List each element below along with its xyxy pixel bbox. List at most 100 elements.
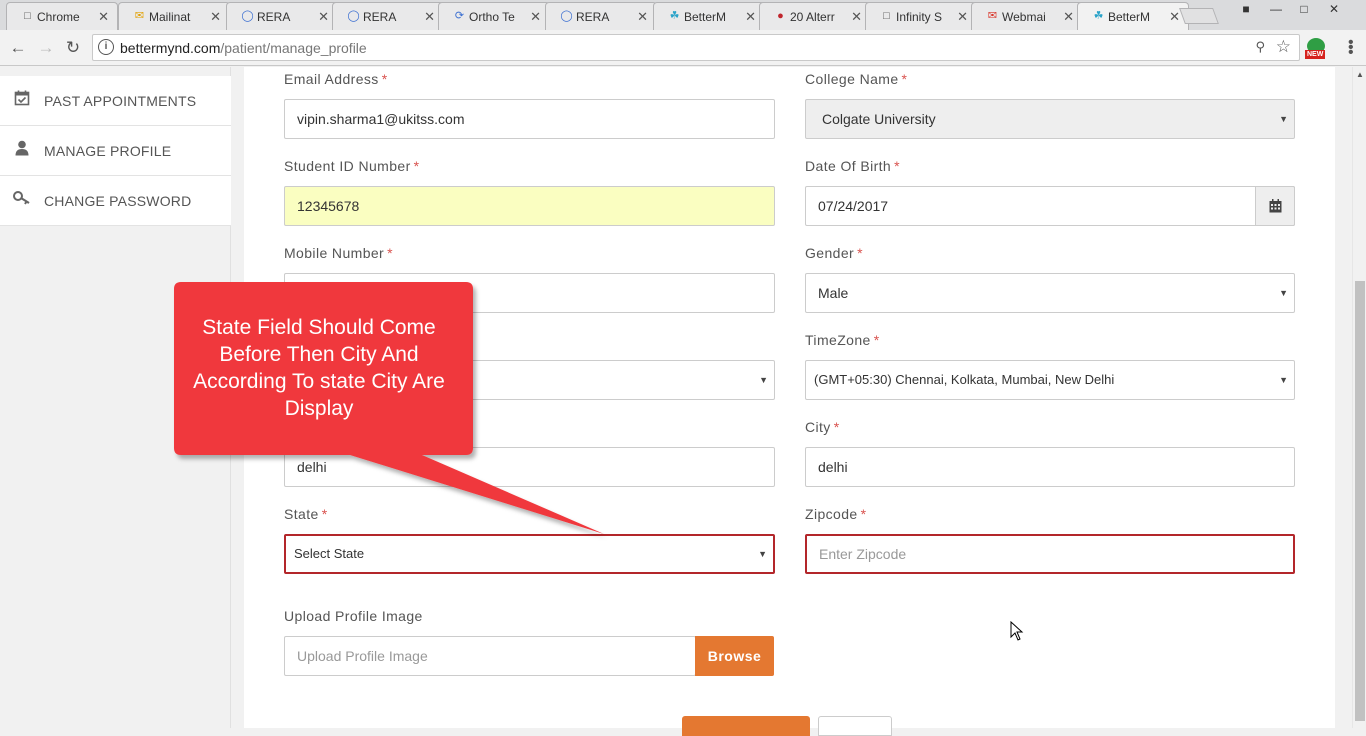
sidebar-item-change-password[interactable]: CHANGE PASSWORD bbox=[0, 176, 231, 226]
chrome-menu-icon[interactable]: • • • bbox=[1348, 35, 1356, 61]
save-button[interactable] bbox=[682, 716, 810, 736]
password-key-icon[interactable]: ⚲ bbox=[1255, 39, 1265, 55]
forward-button[interactable]: → bbox=[36, 38, 56, 58]
back-button[interactable]: ← bbox=[8, 38, 28, 58]
zipcode-label: Zipcode * bbox=[805, 506, 867, 522]
scroll-up-icon[interactable]: ▲ bbox=[1356, 70, 1364, 79]
upload-label: Upload Profile Image bbox=[284, 608, 423, 624]
tab-title: Mailinat bbox=[149, 9, 191, 24]
close-tab-icon[interactable]: ✕ bbox=[745, 9, 756, 25]
tab-title: Webmai bbox=[1002, 9, 1046, 24]
chevron-down-icon: ▼ bbox=[759, 375, 768, 385]
close-tab-icon[interactable]: ✕ bbox=[637, 9, 648, 25]
bettermynd-favicon: ☘ bbox=[1093, 10, 1104, 22]
dob-field[interactable]: 07/24/2017 bbox=[805, 186, 1295, 226]
browser-toolbar: ← → ↻ i bettermynd.com/patient/manage_pr… bbox=[0, 30, 1366, 66]
tab-title: BetterM bbox=[1108, 9, 1151, 24]
red-favicon: ● bbox=[777, 10, 784, 22]
page-icon: □ bbox=[883, 10, 890, 22]
browser-tab[interactable]: ☘ BetterM ✕ bbox=[653, 2, 765, 30]
sidebar-item-label: CHANGE PASSWORD bbox=[44, 192, 192, 209]
annotation-callout-text: State Field Should Come Before Then City… bbox=[193, 316, 445, 420]
url-text: bettermynd.com/patient/manage_profile bbox=[120, 40, 367, 56]
browser-tab[interactable]: ◯ RERA ✕ bbox=[545, 2, 657, 30]
timezone-label: TimeZone * bbox=[805, 332, 880, 348]
close-window-button[interactable]: ✕ bbox=[1320, 0, 1348, 20]
sidebar-item-label: PAST APPOINTMENTS bbox=[44, 92, 197, 109]
tab-title: Chrome bbox=[37, 9, 80, 24]
email-label: Email Address * bbox=[284, 71, 388, 87]
browser-tab[interactable]: ✉ Webmai ✕ bbox=[971, 2, 1083, 30]
gender-label: Gender * bbox=[805, 245, 863, 261]
scrollbar-thumb[interactable] bbox=[1355, 281, 1365, 721]
bettermynd-favicon: ☘ bbox=[669, 10, 680, 22]
gender-select[interactable]: Male ▼ bbox=[805, 273, 1295, 313]
timezone-select[interactable]: (GMT+05:30) Chennai, Kolkata, Mumbai, Ne… bbox=[805, 360, 1295, 400]
new-tab-button[interactable] bbox=[1179, 8, 1219, 24]
calendar-check-icon bbox=[0, 90, 44, 111]
globe-icon: ◯ bbox=[347, 10, 360, 22]
key-icon bbox=[0, 191, 44, 210]
close-tab-icon[interactable]: ✕ bbox=[210, 9, 221, 25]
chevron-down-icon: ▼ bbox=[1279, 375, 1288, 385]
browser-tab[interactable]: ✉ Mailinat ✕ bbox=[118, 2, 230, 30]
close-tab-icon[interactable]: ✕ bbox=[530, 9, 541, 25]
gmail-icon: ✉ bbox=[987, 10, 998, 22]
calendar-button[interactable] bbox=[1255, 186, 1295, 226]
browser-tab[interactable]: ⟳ Ortho Te ✕ bbox=[438, 2, 550, 30]
calendar-icon bbox=[1269, 199, 1281, 213]
bookmark-star-icon[interactable]: ☆ bbox=[1276, 37, 1291, 57]
tab-title: Ortho Te bbox=[469, 9, 515, 24]
browser-tab[interactable]: □ Infinity S ✕ bbox=[865, 2, 977, 30]
sidebar-item-past-appointments[interactable]: PAST APPOINTMENTS bbox=[0, 76, 231, 126]
mail-favicon: ✉ bbox=[134, 10, 145, 22]
profile-icon[interactable]: ■ bbox=[1232, 0, 1260, 20]
url-path: /patient/manage_profile bbox=[220, 40, 367, 56]
page-scrollbar[interactable]: ▲ bbox=[1352, 67, 1366, 728]
chevron-down-icon: ▼ bbox=[1279, 288, 1288, 298]
site-info-icon[interactable]: i bbox=[98, 39, 114, 55]
close-tab-icon[interactable]: ✕ bbox=[1169, 9, 1180, 25]
browser-tab[interactable]: ☘ BetterM ✕ bbox=[1077, 2, 1189, 30]
globe-icon: ◯ bbox=[241, 10, 254, 22]
browser-tab[interactable]: ◯ RERA ✕ bbox=[226, 2, 338, 30]
tab-title: BetterM bbox=[684, 9, 727, 24]
maximize-button[interactable]: □ bbox=[1290, 0, 1318, 20]
student-id-field[interactable]: 12345678 bbox=[284, 186, 775, 226]
close-tab-icon[interactable]: ✕ bbox=[424, 9, 435, 25]
email-field[interactable]: vipin.sharma1@ukitss.com bbox=[284, 99, 775, 139]
close-tab-icon[interactable]: ✕ bbox=[957, 9, 968, 25]
chevron-down-icon: ▼ bbox=[758, 549, 767, 559]
cancel-button[interactable] bbox=[818, 716, 892, 736]
zipcode-field[interactable]: Enter Zipcode bbox=[805, 534, 1295, 574]
close-tab-icon[interactable]: ✕ bbox=[98, 9, 109, 25]
reload-button[interactable]: ↻ bbox=[63, 38, 83, 58]
tab-title: RERA bbox=[363, 9, 397, 24]
upload-field[interactable]: Upload Profile Image bbox=[284, 636, 696, 676]
page-icon: □ bbox=[24, 10, 31, 22]
address-bar[interactable]: i bettermynd.com/patient/manage_profile … bbox=[92, 34, 1300, 61]
mobile-label: Mobile Number * bbox=[284, 245, 393, 261]
browser-tab[interactable]: ◯ RERA ✕ bbox=[332, 2, 444, 30]
browse-button[interactable]: Browse bbox=[695, 636, 774, 676]
url-host: bettermynd.com bbox=[120, 40, 221, 56]
student-id-label: Student ID Number * bbox=[284, 158, 420, 174]
spinner-icon: ⟳ bbox=[454, 10, 465, 22]
browser-tab[interactable]: ● 20 Alterr ✕ bbox=[759, 2, 871, 30]
close-tab-icon[interactable]: ✕ bbox=[851, 9, 862, 25]
tab-title: 20 Alterr bbox=[790, 9, 835, 24]
city-label: City * bbox=[805, 419, 840, 435]
tab-title: RERA bbox=[576, 9, 610, 24]
college-select[interactable]: Colgate University ▼ bbox=[805, 99, 1295, 139]
sidebar-item-label: MANAGE PROFILE bbox=[44, 142, 172, 159]
extension-icon[interactable]: NEW bbox=[1305, 38, 1327, 60]
minimize-button[interactable]: — bbox=[1262, 0, 1290, 20]
extension-new-badge: NEW bbox=[1305, 50, 1326, 59]
college-label: College Name * bbox=[805, 71, 908, 87]
browser-tab[interactable]: □ Chrome ✕ bbox=[6, 2, 118, 30]
close-tab-icon[interactable]: ✕ bbox=[1063, 9, 1074, 25]
close-tab-icon[interactable]: ✕ bbox=[318, 9, 329, 25]
sidebar-item-manage-profile[interactable]: MANAGE PROFILE bbox=[0, 126, 231, 176]
tab-title: RERA bbox=[257, 9, 291, 24]
city-field[interactable]: delhi bbox=[805, 447, 1295, 487]
